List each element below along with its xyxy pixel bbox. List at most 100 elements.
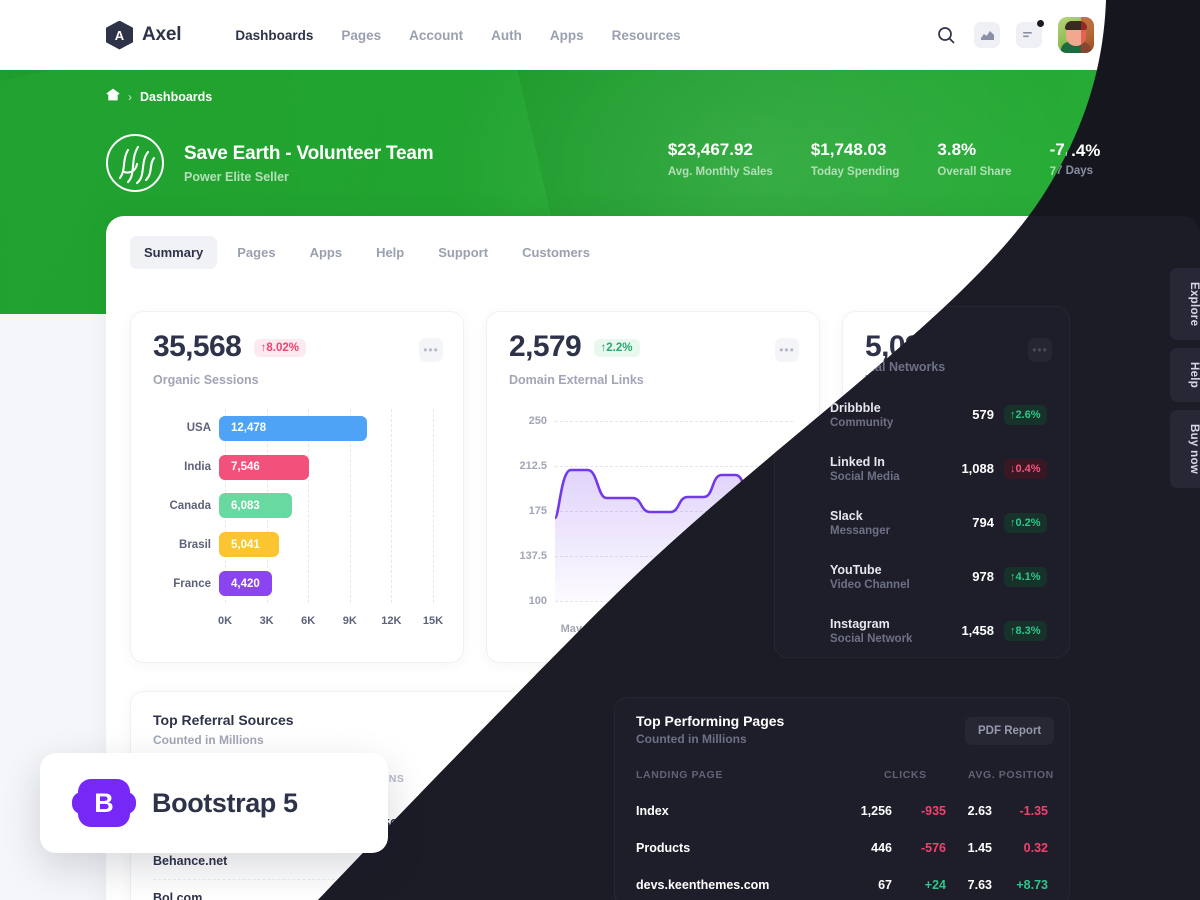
pdf-report-button[interactable]: PDF Report: [529, 712, 619, 740]
domain-links-label: Domain External Links: [509, 373, 644, 387]
bootstrap-promo-card[interactable]: B Bootstrap 5: [40, 753, 388, 853]
cell-position: 7.63: [1048, 891, 1073, 900]
nav-item-pages[interactable]: Pages: [341, 28, 381, 43]
cell-position-delta: +8.73: [1121, 891, 1153, 900]
tab-pages[interactable]: Pages: [223, 236, 289, 269]
cell-clicks-delta: -576: [967, 854, 993, 868]
pdf-report-button[interactable]: PDF Report: [1063, 712, 1153, 740]
nav-links: Dashboards Pages Account Auth Apps Resou…: [235, 28, 680, 43]
nav-item-account[interactable]: Account: [409, 28, 463, 43]
stat-label: 7 Days: [1049, 166, 1087, 178]
tab-support[interactable]: Support: [424, 236, 502, 269]
list-item[interactable]: Dribbble Community 579 ↑2.6%: [865, 409, 1153, 463]
stat-cards-row: 35,568 ↑8.02% Organic Sessions ••• USA 1…: [106, 269, 1200, 667]
list-item[interactable]: Instagram Social Network 1,458 ↑8.3%: [865, 625, 1153, 679]
list-item[interactable]: Slack Messanger 794 ↑0.2%: [865, 517, 1153, 571]
bar-row-india: India 7,546: [153, 448, 433, 487]
social-visits-value: 5,037: [865, 330, 938, 363]
stat-value: 3.8%: [937, 140, 977, 159]
y-tick: 137.5: [519, 550, 547, 562]
card-menu-button[interactable]: •••: [775, 338, 799, 362]
bar-label: Canada: [169, 499, 211, 512]
slack-icon: [865, 529, 895, 559]
cell-clicks-delta: +24: [971, 891, 993, 900]
bar-label: Brasil: [179, 538, 211, 551]
table-row[interactable]: Index 1,256 -935 2.63 -1.35: [687, 805, 1153, 842]
x-tick: 6K: [301, 615, 316, 627]
network-value: 794: [1073, 536, 1095, 551]
bar-value: 7,546: [231, 461, 260, 474]
column-header-landing-page: LANDING PAGE: [687, 773, 774, 785]
brand-logo[interactable]: A Axel: [106, 20, 182, 50]
network-category: Social Media: [907, 492, 977, 504]
network-delta-badge: ↑2.6%: [1107, 425, 1153, 446]
x-tick: May 10: [623, 623, 661, 635]
side-tab-help[interactable]: Help: [1170, 348, 1200, 403]
avatar[interactable]: [1058, 17, 1094, 53]
cell-impressions-delta: -935: [433, 816, 459, 831]
home-icon[interactable]: [106, 88, 120, 106]
svg-text:in: in: [876, 486, 884, 496]
network-delta-badge: ↑4.1%: [1107, 587, 1153, 608]
network-name: Dribbble: [907, 421, 958, 435]
tab-customers[interactable]: Customers: [508, 236, 604, 269]
cell-impressions-delta: -576: [433, 854, 459, 868]
domain-links-value: 2,579: [509, 330, 582, 363]
cell-page: Products: [687, 854, 742, 868]
bar-chart: USA 12,478 India 7,546 Canada 6,083 Bras…: [153, 409, 443, 639]
breadcrumb-item-dashboards[interactable]: Dashboards: [140, 90, 212, 104]
avatar-overlay: [1081, 17, 1094, 53]
bar-row-canada: Canada 6,083: [153, 487, 433, 526]
notifications-icon[interactable]: [1016, 20, 1044, 48]
list-item[interactable]: YouTube Video Channel 978 ↑4.1%: [865, 571, 1153, 625]
table-subtitle: Counted in Millions: [687, 733, 798, 747]
nav-item-auth[interactable]: Auth: [491, 28, 522, 43]
side-tab-buy-now[interactable]: Buy now: [1170, 410, 1200, 489]
stat-label: Today Spending: [810, 166, 900, 178]
network-category: Social Network: [907, 654, 990, 667]
list-item[interactable]: in Linked In Social Media 1,088 ↓0.4%: [865, 463, 1153, 517]
list-item-text: Instagram Social Network: [907, 638, 1062, 667]
bar-row-brasil: Brasil 5,041: [153, 525, 433, 564]
network-delta-badge: ↑8.3%: [1107, 642, 1153, 662]
list-item-text: YouTube Video Channel: [907, 583, 1073, 612]
card-menu-button[interactable]: •••: [1131, 338, 1155, 362]
breadcrumb: › Dashboards: [106, 88, 212, 106]
bar: 4,420: [219, 571, 272, 597]
nav-item-apps[interactable]: Apps: [550, 28, 584, 43]
search-icon[interactable]: [934, 23, 958, 47]
team-title: Save Earth - Volunteer Team: [184, 142, 434, 164]
bootstrap-logo-letter: B: [94, 787, 114, 818]
network-delta-badge: ↑0.2%: [1107, 533, 1153, 554]
brand-mark-icon: A: [106, 20, 133, 50]
table-row[interactable]: Bol.com 67 +24 73.63% +28.73%: [153, 879, 619, 900]
cell-clicks: 1,256: [899, 816, 931, 831]
network-name: YouTube: [907, 583, 959, 597]
breadcrumb-separator: ›: [128, 90, 132, 104]
dribbble-icon: [865, 420, 895, 451]
bootstrap-promo-text: Bootstrap 5: [152, 787, 298, 818]
chart-icon[interactable]: [974, 22, 1000, 48]
tab-help[interactable]: Help: [362, 236, 418, 269]
card-menu-button[interactable]: •••: [419, 338, 443, 362]
content-tabs: Summary Pages Apps Help Support Customer…: [106, 216, 1200, 269]
column-header-conversion-rate: CONVERSION RATE: [462, 773, 539, 797]
card-domain-external-links: 2,579 ↑2.2% Domain External Links ••• 25…: [486, 311, 820, 663]
table-row[interactable]: Products 446 -576 1.45 0.32: [687, 842, 1153, 879]
banner-stats: $23,467.92 Avg. Monthly Sales $1,748.03 …: [668, 140, 1094, 178]
area-chart-plot: [553, 413, 795, 601]
card-top-performing-pages: Top Performing Pages Counted in Millions…: [664, 691, 1176, 900]
table-row[interactable]: devs.keenthemes.com 67 +24 7.63 +8.73: [687, 879, 1153, 900]
table-title: Top Referral Sources: [153, 712, 294, 728]
nav-item-dashboards[interactable]: Dashboards: [235, 28, 313, 43]
bar-value: 4,420: [231, 577, 260, 590]
network-category: Community: [907, 438, 971, 450]
tab-summary[interactable]: Summary: [130, 236, 218, 269]
cell-conversion-delta: +28.73%: [569, 891, 619, 900]
side-tab-explore[interactable]: Explore: [1170, 268, 1200, 341]
stat-today-spending: $1,748.03 Today Spending: [811, 140, 900, 178]
cell-impressions: 67: [383, 891, 397, 900]
nav-item-resources[interactable]: Resources: [612, 28, 681, 43]
cell-impressions: 446: [376, 854, 397, 868]
tab-apps[interactable]: Apps: [296, 236, 357, 269]
